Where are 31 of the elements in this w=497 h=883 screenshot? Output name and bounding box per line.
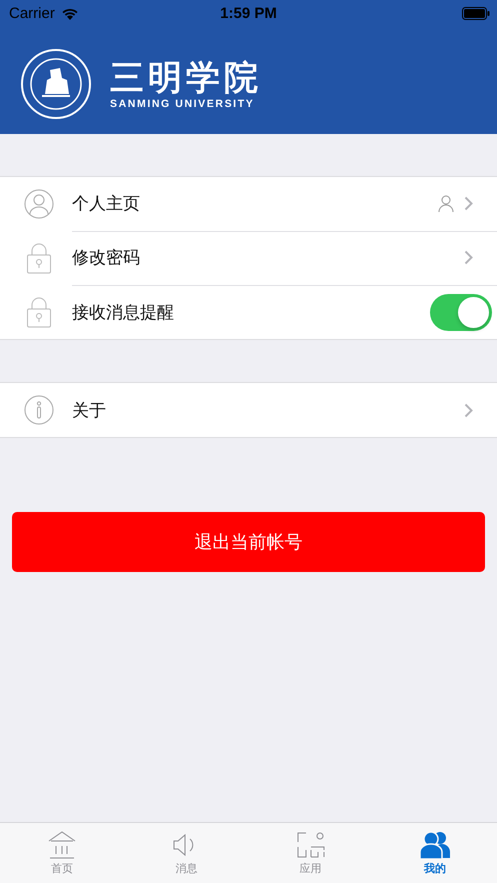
university-name: 三明学院 — [110, 58, 262, 98]
notification-toggle[interactable] — [430, 294, 492, 330]
tab-item[interactable]: 应用 — [248, 823, 373, 883]
apps-icon — [296, 830, 326, 860]
tab-item[interactable]: 消息 — [124, 823, 248, 883]
row-label: 接收消息提醒 — [72, 302, 175, 324]
avatar-icon — [24, 189, 54, 219]
tab-item[interactable]: 我的 — [372, 823, 497, 883]
logout-button[interactable]: 退出当前帐号 — [12, 512, 485, 572]
row-label: 关于 — [72, 400, 107, 422]
row-label: 个人主页 — [72, 193, 141, 215]
settings-row[interactable]: 关于 — [0, 383, 497, 437]
lock-icon — [24, 242, 54, 274]
battery-icon — [462, 6, 490, 20]
university-name-english: SANMING UNIVERSITY — [110, 98, 256, 110]
person-icon — [438, 194, 454, 212]
lock-icon — [24, 296, 54, 328]
settings-row[interactable]: 修改密码 — [0, 231, 497, 285]
carrier-name: Carrier — [9, 4, 55, 22]
home-icon — [47, 830, 78, 860]
settings-row[interactable]: 个人主页 — [0, 177, 497, 231]
tab-item[interactable]: 首页 — [0, 823, 124, 883]
chevron-icon — [464, 196, 473, 211]
info-icon — [24, 395, 54, 425]
row-label: 修改密码 — [72, 247, 141, 269]
emblem-icon — [20, 48, 92, 120]
people-icon — [420, 830, 450, 860]
chevron-icon — [464, 250, 473, 265]
chevron-icon — [464, 402, 473, 418]
wifi-icon — [60, 6, 79, 20]
status-time: 1:59 PM — [219, 4, 278, 22]
